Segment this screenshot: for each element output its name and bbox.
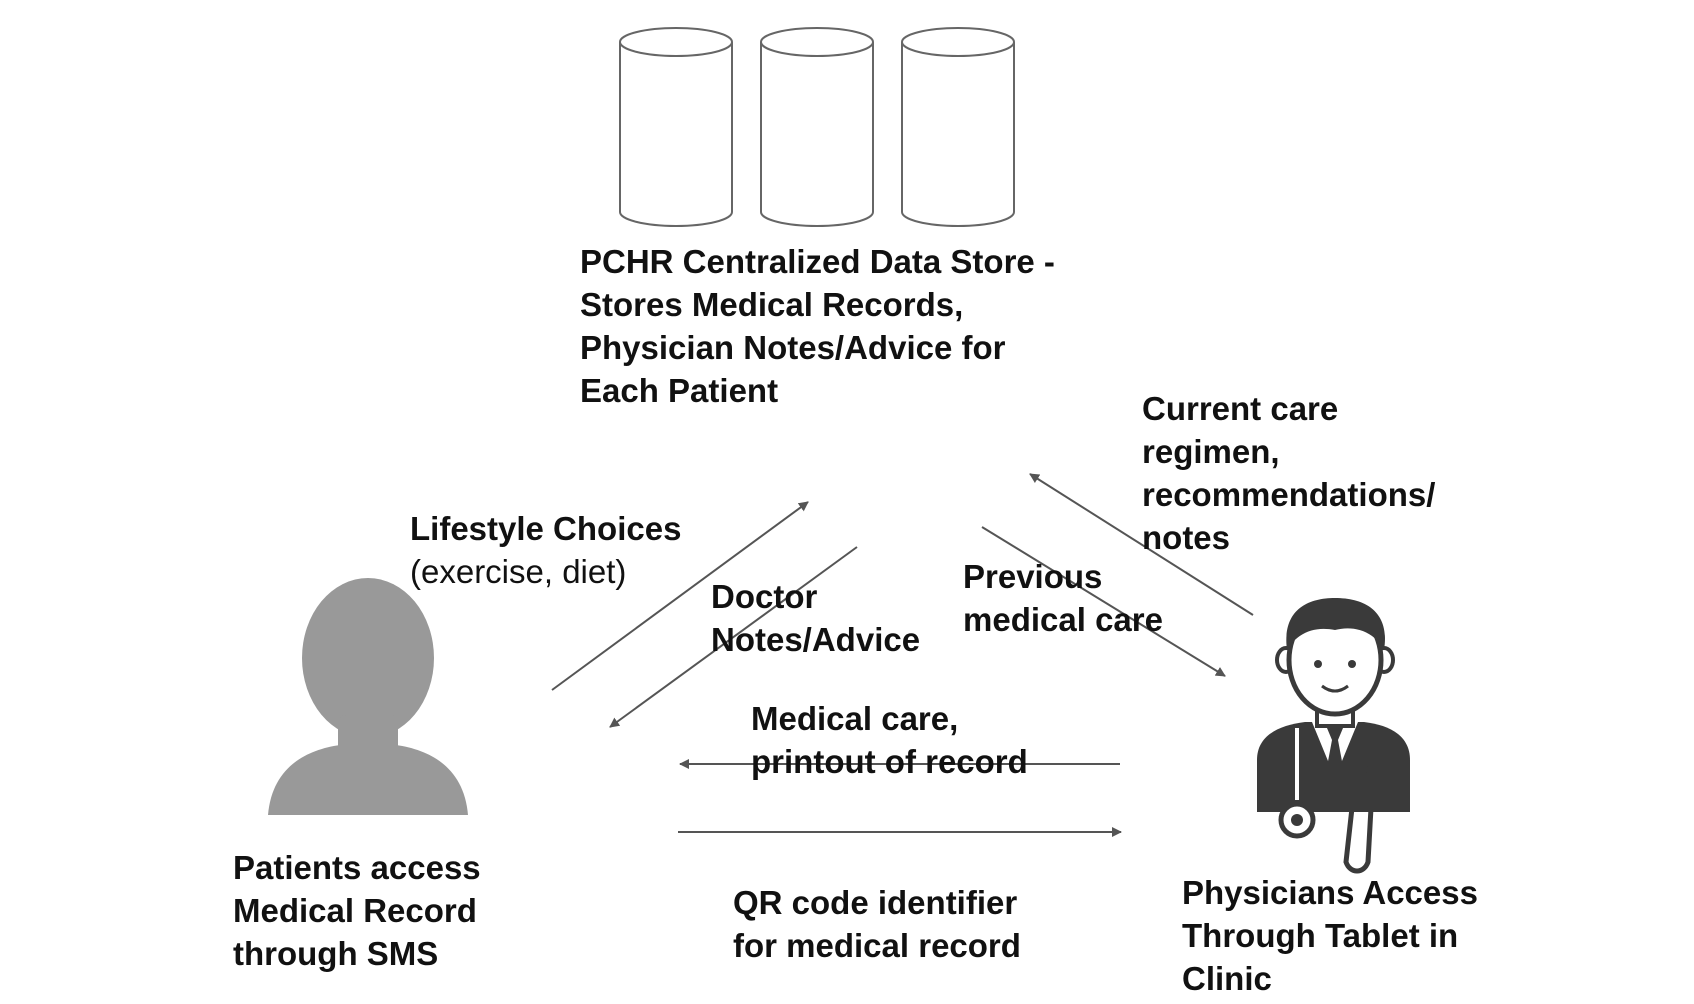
- current-care-label-line: notes: [1142, 519, 1231, 556]
- physician-icon: [1257, 598, 1410, 874]
- datastore-label: PCHR Centralized Data Store - Stores Med…: [580, 240, 1055, 412]
- database-icon-2: [760, 27, 874, 227]
- doctor-notes-label-line: Notes/Advice: [711, 621, 921, 658]
- physician-label-line: Clinic: [1182, 960, 1272, 997]
- qr-code-label-line: for medical record: [733, 927, 1021, 964]
- medical-care-label-line: printout of record: [751, 743, 1028, 780]
- lifestyle-title: Lifestyle Choices: [410, 510, 682, 547]
- patient-label-line: Patients access: [233, 849, 481, 886]
- previous-care-label-line: Previous: [963, 558, 1103, 595]
- patient-label-line: Medical Record: [233, 892, 477, 929]
- datastore-label-line: PCHR Centralized Data Store -: [580, 243, 1055, 280]
- lifestyle-label: Lifestyle Choices (exercise, diet): [410, 507, 681, 593]
- physician-label-line: Physicians Access: [1182, 874, 1478, 911]
- medical-care-label-line: Medical care,: [751, 700, 959, 737]
- doctor-notes-label-line: Doctor: [711, 578, 818, 615]
- current-care-label-line: recommendations/: [1142, 476, 1436, 513]
- lifestyle-detail: (exercise, diet): [410, 553, 627, 590]
- qr-code-label: QR code identifier for medical record: [733, 881, 1021, 967]
- database-icon-1: [619, 27, 733, 227]
- physician-label-line: Through Tablet in: [1182, 917, 1459, 954]
- previous-care-label: Previous medical care: [963, 555, 1163, 641]
- qr-code-label-line: QR code identifier: [733, 884, 1018, 921]
- current-care-label: Current care regimen, recommendations/ n…: [1142, 387, 1435, 559]
- patient-label: Patients access Medical Record through S…: [233, 846, 481, 975]
- patient-label-line: through SMS: [233, 935, 439, 972]
- medical-care-label: Medical care, printout of record: [751, 697, 1028, 783]
- datastore-label-line: Each Patient: [580, 372, 779, 409]
- database-icon-3: [901, 27, 1015, 227]
- current-care-label-line: Current care: [1142, 390, 1339, 427]
- previous-care-label-line: medical care: [963, 601, 1163, 638]
- physician-label: Physicians Access Through Tablet in Clin…: [1182, 871, 1478, 1000]
- datastore-label-line: Physician Notes/Advice for: [580, 329, 1006, 366]
- patient-icon: [268, 578, 468, 815]
- datastore-label-line: Stores Medical Records,: [580, 286, 964, 323]
- doctor-notes-label: Doctor Notes/Advice: [711, 575, 920, 661]
- current-care-label-line: regimen,: [1142, 433, 1280, 470]
